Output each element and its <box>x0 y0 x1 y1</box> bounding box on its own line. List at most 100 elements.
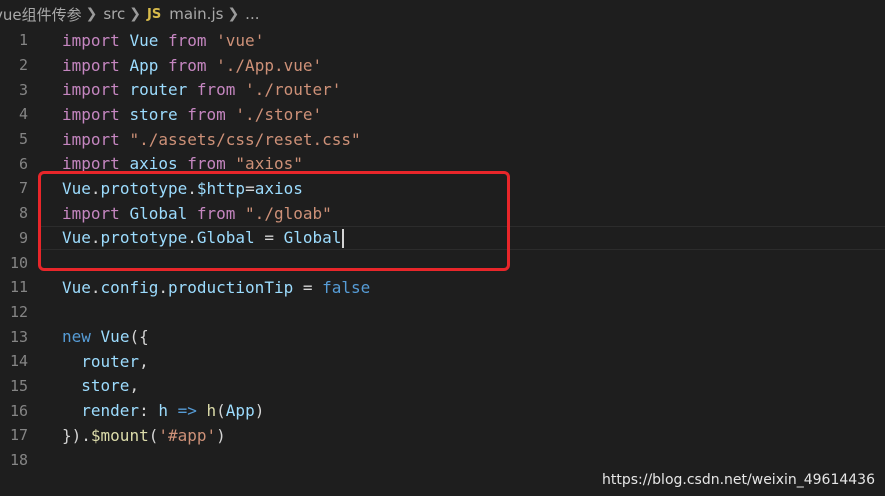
code-token: Vue <box>62 178 91 198</box>
code-line[interactable]: 15 store, <box>0 374 885 399</box>
code-token: 'vue' <box>216 30 265 50</box>
code-text: import "./assets/css/reset.css" <box>62 130 361 149</box>
line-number: 18 <box>9 451 28 470</box>
code-line[interactable]: 3 import router from './router' <box>0 77 885 102</box>
code-line[interactable]: 18 <box>0 448 885 473</box>
code-text: render: h => h(App) <box>62 401 264 420</box>
code-text: import store from './store' <box>62 105 322 124</box>
code-line[interactable]: 9 Vue.prototype.Global = Global <box>0 226 885 251</box>
code-editor[interactable]: 1 import Vue from 'vue' 2 import App from '… <box>0 28 885 472</box>
chevron-right-icon: ❯ <box>129 6 141 22</box>
code-line[interactable]: 4 import store from './store' <box>0 102 885 127</box>
code-token: Vue <box>62 227 91 247</box>
code-token: import <box>62 80 120 100</box>
code-line[interactable]: 17}).$mount('#app') <box>0 423 885 448</box>
code-token: from <box>167 55 207 75</box>
code-text: import axios from "axios" <box>62 154 303 173</box>
code-token: ) <box>216 425 226 445</box>
code-token: }). <box>62 425 91 445</box>
code-line[interactable]: 5 import "./assets/css/reset.css" <box>0 127 885 152</box>
text-cursor <box>342 228 345 248</box>
breadcrumb: vue组件传参 ❯ src ❯ JS main.js ❯ ... <box>0 0 885 28</box>
code-token: $mount <box>90 425 149 445</box>
code-token: import <box>62 30 120 50</box>
line-number: 12 <box>9 302 28 321</box>
chevron-right-icon: ❯ <box>85 6 98 22</box>
code-token: Vue <box>100 327 130 347</box>
code-text: router, <box>62 351 149 371</box>
code-line[interactable]: 13 new Vue({ <box>0 324 885 349</box>
line-number: 8 <box>18 204 28 223</box>
breadcrumb-item-src[interactable]: src <box>103 5 125 23</box>
code-token: "axios" <box>235 154 303 174</box>
code-text: import Vue from 'vue' <box>62 31 264 50</box>
line-number: 9 <box>18 228 28 247</box>
code-token: render <box>81 401 140 421</box>
code-token: App <box>129 55 159 75</box>
code-line[interactable]: 16 render: h => h(App) <box>0 398 885 423</box>
code-token: . <box>90 178 101 198</box>
code-line[interactable]: 2 import App from './App.vue' <box>0 53 885 78</box>
line-number: 17 <box>9 426 28 445</box>
code-token: productionTip <box>167 277 294 297</box>
code-token: prototype <box>100 178 188 198</box>
code-line[interactable]: 12 <box>0 300 885 325</box>
code-token: . <box>187 227 197 247</box>
code-token: import <box>62 55 120 75</box>
code-text: Vue.config.productionTip = false <box>62 278 370 297</box>
line-number: 7 <box>18 179 28 198</box>
code-line[interactable]: 7 Vue.prototype.$http=axios <box>0 176 885 201</box>
line-number: 6 <box>18 154 28 173</box>
code-line[interactable]: 6 import axios from "axios" <box>0 151 885 176</box>
line-number: 10 <box>9 253 28 272</box>
code-token: axios <box>129 154 178 174</box>
line-number: 4 <box>18 105 28 124</box>
code-text: import router from './router' <box>62 80 341 99</box>
code-token: , <box>129 376 140 396</box>
code-token: import <box>62 104 120 124</box>
breadcrumb-item-symbol[interactable]: ... <box>245 5 259 23</box>
code-token: prototype <box>100 227 188 247</box>
line-number: 16 <box>9 401 28 420</box>
line-number: 11 <box>9 278 28 297</box>
breadcrumb-item-project[interactable]: vue组件传参 <box>0 4 82 25</box>
code-token: h <box>206 401 217 421</box>
breadcrumb-item-file[interactable]: main.js <box>169 5 223 23</box>
code-token: Vue <box>62 277 91 297</box>
line-number: 14 <box>9 352 28 371</box>
code-text: new Vue({ <box>62 327 149 346</box>
code-line[interactable]: 11 Vue.config.productionTip = false <box>0 275 885 300</box>
code-token: . <box>90 277 101 297</box>
code-token: false <box>322 277 371 297</box>
code-token: import <box>62 154 120 174</box>
javascript-file-icon: JS <box>147 6 162 22</box>
code-line[interactable]: 14 router, <box>0 349 885 374</box>
code-token: , <box>139 351 149 371</box>
code-text: import Global from "./gloab" <box>62 204 332 223</box>
code-token: . <box>158 277 168 297</box>
code-line[interactable]: 8 import Global from "./gloab" <box>0 201 885 226</box>
code-line[interactable]: 1 import Vue from 'vue' <box>0 28 885 53</box>
code-line[interactable]: 10 <box>0 250 885 275</box>
code-token: from <box>196 203 236 223</box>
line-number: 15 <box>9 376 28 395</box>
line-number: 5 <box>18 130 28 149</box>
line-number: 1 <box>18 31 28 50</box>
code-token: ( <box>216 401 226 421</box>
code-token: ( <box>148 425 159 445</box>
code-text: import App from './App.vue' <box>62 56 322 75</box>
